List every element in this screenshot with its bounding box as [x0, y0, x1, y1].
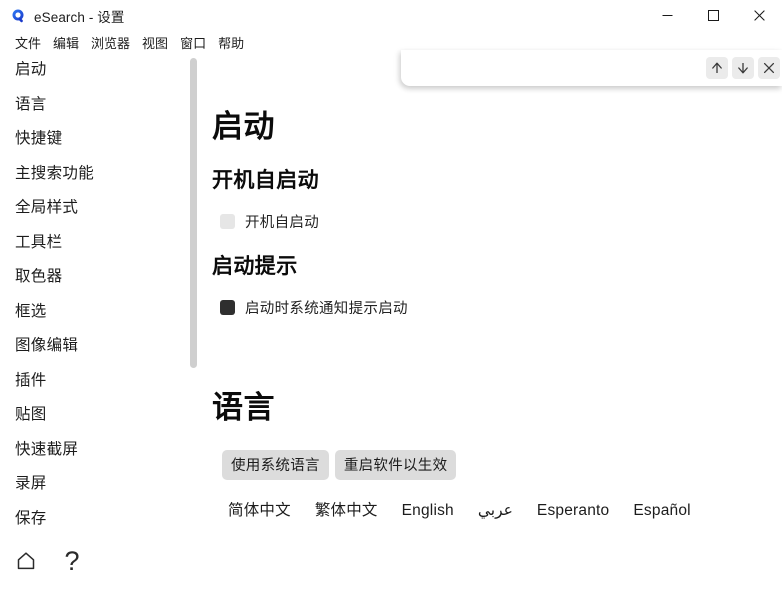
- maximize-button[interactable]: [690, 0, 736, 31]
- sidebar-item-screen-record[interactable]: 录屏: [15, 470, 180, 498]
- sidebar-item-main-search[interactable]: 主搜索功能: [15, 160, 180, 188]
- autostart-checkbox[interactable]: [220, 213, 235, 229]
- restart-to-apply-button[interactable]: 重启软件以生效: [334, 450, 457, 481]
- section-heading-autostart: 开机自启动: [212, 168, 319, 192]
- menu-item-view[interactable]: 视图: [136, 32, 174, 53]
- sidebar-nav-list: 启动 语言 快捷键 主搜索功能 全局样式 工具栏 取色器 框选 图像编辑 插件 …: [0, 56, 180, 533]
- startup-notice-checkbox[interactable]: [220, 299, 235, 315]
- title-bar-left: eSearch - 设置: [0, 6, 644, 26]
- home-icon: [17, 552, 35, 570]
- find-close-button[interactable]: [758, 57, 780, 79]
- content-scrollbar-thumb[interactable]: [190, 58, 197, 368]
- sidebar-item-toolbar[interactable]: 工具栏: [15, 229, 180, 257]
- esearch-magnifier-icon: [12, 9, 24, 22]
- language-option-english[interactable]: English: [402, 502, 454, 520]
- minimize-button[interactable]: [644, 0, 690, 31]
- language-option-arabic[interactable]: عربي: [478, 501, 513, 520]
- section-heading-startup-notice: 启动提示: [212, 254, 298, 278]
- sidebar-item-shortcuts[interactable]: 快捷键: [15, 125, 180, 153]
- arrow-down-icon: [738, 63, 748, 74]
- close-icon: [763, 62, 775, 74]
- settings-window: eSearch - 设置 文件 编辑 浏览器 视图 窗口 帮助 启动 语言 快捷…: [0, 0, 782, 589]
- autostart-checkbox-row[interactable]: 开机自启动: [220, 211, 782, 232]
- language-option-espanol[interactable]: Español: [633, 502, 690, 520]
- sidebar-item-box-select[interactable]: 框选: [15, 298, 180, 326]
- sidebar-item-save[interactable]: 保存: [15, 505, 180, 533]
- sidebar-item-global-style[interactable]: 全局样式: [15, 194, 180, 222]
- title-bar: eSearch - 设置: [0, 0, 782, 31]
- question-mark-icon: ?: [64, 546, 80, 576]
- find-bar-buttons: [706, 57, 782, 79]
- use-system-language-button[interactable]: 使用系统语言: [222, 450, 329, 481]
- window-controls: [644, 0, 782, 31]
- sidebar-item-sticker[interactable]: 贴图: [15, 401, 180, 429]
- window-title: eSearch - 设置: [34, 9, 125, 25]
- autostart-checkbox-label: 开机自启动: [245, 214, 319, 231]
- maximize-icon: [707, 10, 719, 21]
- sidebar-item-image-edit[interactable]: 图像编辑: [15, 332, 180, 360]
- language-option-zh-hans[interactable]: 简体中文: [228, 498, 291, 520]
- menu-item-window[interactable]: 窗口: [174, 32, 212, 53]
- sidebar-footer: ?: [0, 533, 180, 589]
- find-input[interactable]: [401, 52, 706, 84]
- find-previous-button[interactable]: [706, 57, 728, 79]
- settings-content: 启动 开机自启动 开机自启动 启动提示 启动时系统通知提示启动 语言 使用系统语…: [200, 56, 782, 589]
- sidebar-item-language[interactable]: 语言: [15, 91, 180, 119]
- find-next-button[interactable]: [732, 57, 754, 79]
- sidebar-item-startup[interactable]: 启动: [15, 56, 180, 84]
- minimize-icon: [662, 15, 672, 16]
- find-bar: [401, 50, 782, 86]
- sidebar: 启动 语言 快捷键 主搜索功能 全局样式 工具栏 取色器 框选 图像编辑 插件 …: [0, 56, 180, 533]
- startup-notice-checkbox-label: 启动时系统通知提示启动: [245, 300, 408, 317]
- page-title-language: 语言: [212, 389, 275, 425]
- arrow-up-icon: [712, 62, 722, 73]
- language-options-list: 简体中文 繁体中文 English عربي Esperanto Español: [228, 498, 782, 520]
- close-icon: [753, 10, 765, 21]
- language-option-esperanto[interactable]: Esperanto: [537, 502, 609, 520]
- menu-item-file[interactable]: 文件: [9, 32, 47, 53]
- help-button[interactable]: ?: [59, 546, 85, 576]
- language-action-buttons: 使用系统语言 重启软件以生效: [222, 450, 782, 481]
- close-button[interactable]: [736, 0, 782, 31]
- page-title-startup: 启动: [212, 109, 275, 144]
- menu-item-help[interactable]: 帮助: [212, 32, 250, 53]
- startup-notice-checkbox-row[interactable]: 启动时系统通知提示启动: [220, 297, 782, 318]
- sidebar-item-plugins[interactable]: 插件: [15, 367, 180, 395]
- sidebar-item-quick-capture[interactable]: 快速截屏: [15, 436, 180, 464]
- language-option-zh-hant[interactable]: 繁体中文: [315, 498, 378, 520]
- sidebar-item-color-picker[interactable]: 取色器: [15, 263, 180, 291]
- menu-item-browser[interactable]: 浏览器: [85, 32, 136, 53]
- settings-content-inner: 启动 开机自启动 开机自启动 启动提示 启动时系统通知提示启动 语言 使用系统语…: [200, 56, 782, 520]
- menu-item-edit[interactable]: 编辑: [47, 32, 85, 53]
- home-button[interactable]: [13, 548, 39, 574]
